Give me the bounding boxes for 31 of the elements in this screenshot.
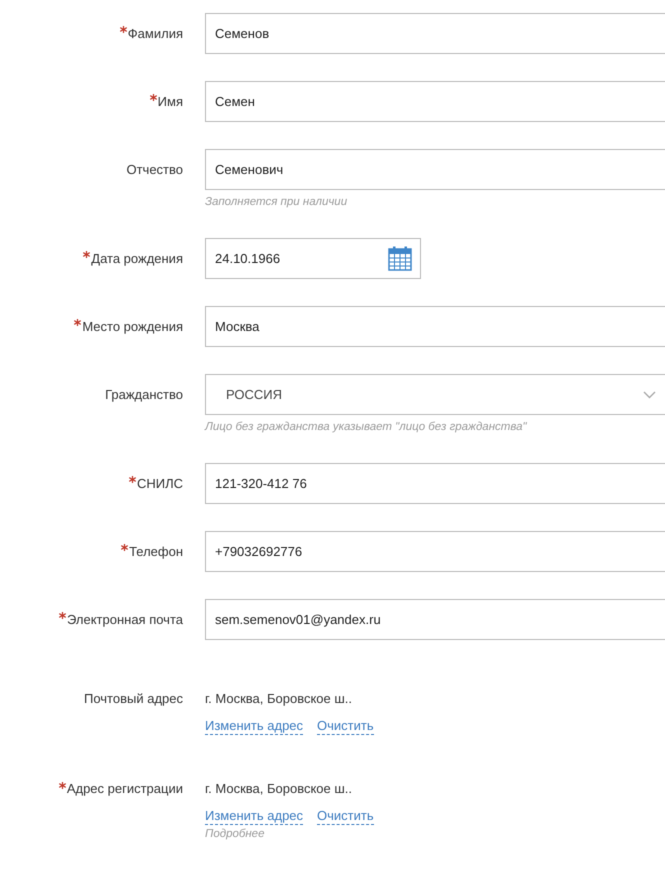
field-label: Электронная почта xyxy=(66,610,183,629)
text-field[interactable]: Семенов xyxy=(205,13,665,54)
text-field[interactable]: sem.semenov01@yandex.ru xyxy=(205,599,665,640)
field-label: Адрес регистрации xyxy=(66,780,183,798)
field-label: Отчество xyxy=(126,160,183,179)
date-field[interactable]: 24.10.1966 xyxy=(205,238,421,279)
text-field[interactable]: 121-320-412 76 xyxy=(205,463,665,504)
hint-text: Заполняется при наличии xyxy=(205,195,348,210)
chevron-down-icon xyxy=(643,390,656,398)
hint-text: Лицо без гражданства указывает "лицо без гражданства" xyxy=(205,420,528,435)
country-select[interactable]: РОССИЯ xyxy=(205,374,665,415)
address-link[interactable]: Очистить xyxy=(317,717,374,735)
address-link[interactable]: Изменить адрес xyxy=(205,717,304,735)
text-field[interactable]: Семен xyxy=(205,81,665,122)
text-field[interactable]: Москва xyxy=(205,306,665,347)
field-label: СНИЛС xyxy=(136,474,183,493)
field-label: Место рождения xyxy=(82,318,183,336)
address-text: г. Москва, Боровское ш.. xyxy=(205,690,354,708)
address-link[interactable]: Изменить адрес xyxy=(205,807,304,825)
text-field[interactable]: Семенович xyxy=(205,149,665,190)
field-label: Гражданство xyxy=(105,386,183,404)
field-label: Телефон xyxy=(129,542,183,561)
field-label: Дата рождения xyxy=(91,250,183,268)
field-label: Имя xyxy=(158,92,183,111)
hint-text: Подробнее xyxy=(205,827,266,842)
address-link[interactable]: Очистить xyxy=(317,807,374,825)
calendar-icon[interactable] xyxy=(388,246,412,271)
field-label: Фамилия xyxy=(128,24,183,43)
address-text: г. Москва, Боровское ш.. xyxy=(205,780,354,798)
text-field[interactable]: +79032692776 xyxy=(205,531,665,572)
field-label: Почтовый адрес xyxy=(84,690,183,708)
